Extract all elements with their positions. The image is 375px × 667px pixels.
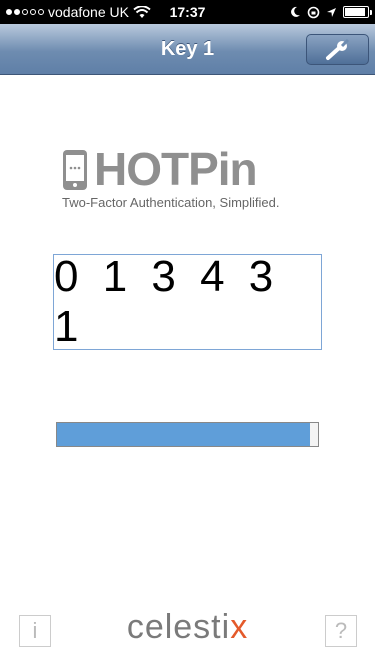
moon-icon: [291, 6, 300, 17]
signal-dot-filled: [14, 9, 20, 15]
progress-fill: [57, 423, 311, 446]
carrier-label: vodafone UK: [48, 4, 129, 20]
hotpin-logo: HOTPin Two-Factor Authentication, Simpli…: [62, 145, 314, 215]
location-arrow-icon: [327, 7, 336, 17]
signal-dot-filled: [6, 9, 12, 15]
otp-code-display: 0 1 3 4 3 1: [53, 252, 322, 351]
celestix-logo: celestix: [0, 608, 375, 647]
signal-strength: [6, 9, 44, 15]
code-validity-progress-bar: [56, 422, 319, 447]
rotation-lock-icon: [307, 6, 320, 18]
settings-button[interactable]: [306, 34, 369, 65]
battery-level: [345, 8, 365, 16]
otp-code: 0 1 3 4 3 1: [54, 252, 280, 351]
brand-suffix: x: [230, 608, 249, 646]
logo-title: HOTPin: [94, 143, 258, 195]
signal-dot-empty: [38, 9, 44, 15]
brand-prefix: celesti: [126, 608, 231, 646]
signal-dot-empty: [30, 9, 36, 15]
help-button[interactable]: ?: [325, 615, 357, 647]
help-label: ?: [334, 618, 348, 643]
navigation-bar: Key 1: [0, 24, 375, 75]
status-left: vodafone UK: [6, 4, 289, 20]
status-right: [289, 6, 372, 19]
logo-tagline: Two-Factor Authentication, Simplified.: [62, 195, 280, 210]
phone-icon: [63, 150, 87, 190]
wifi-icon: [133, 5, 151, 18]
status-bar: vodafone UK 17:37: [0, 0, 375, 24]
battery-icon: [343, 6, 372, 18]
signal-dot-empty: [22, 9, 28, 15]
wrench-icon: [325, 38, 349, 60]
